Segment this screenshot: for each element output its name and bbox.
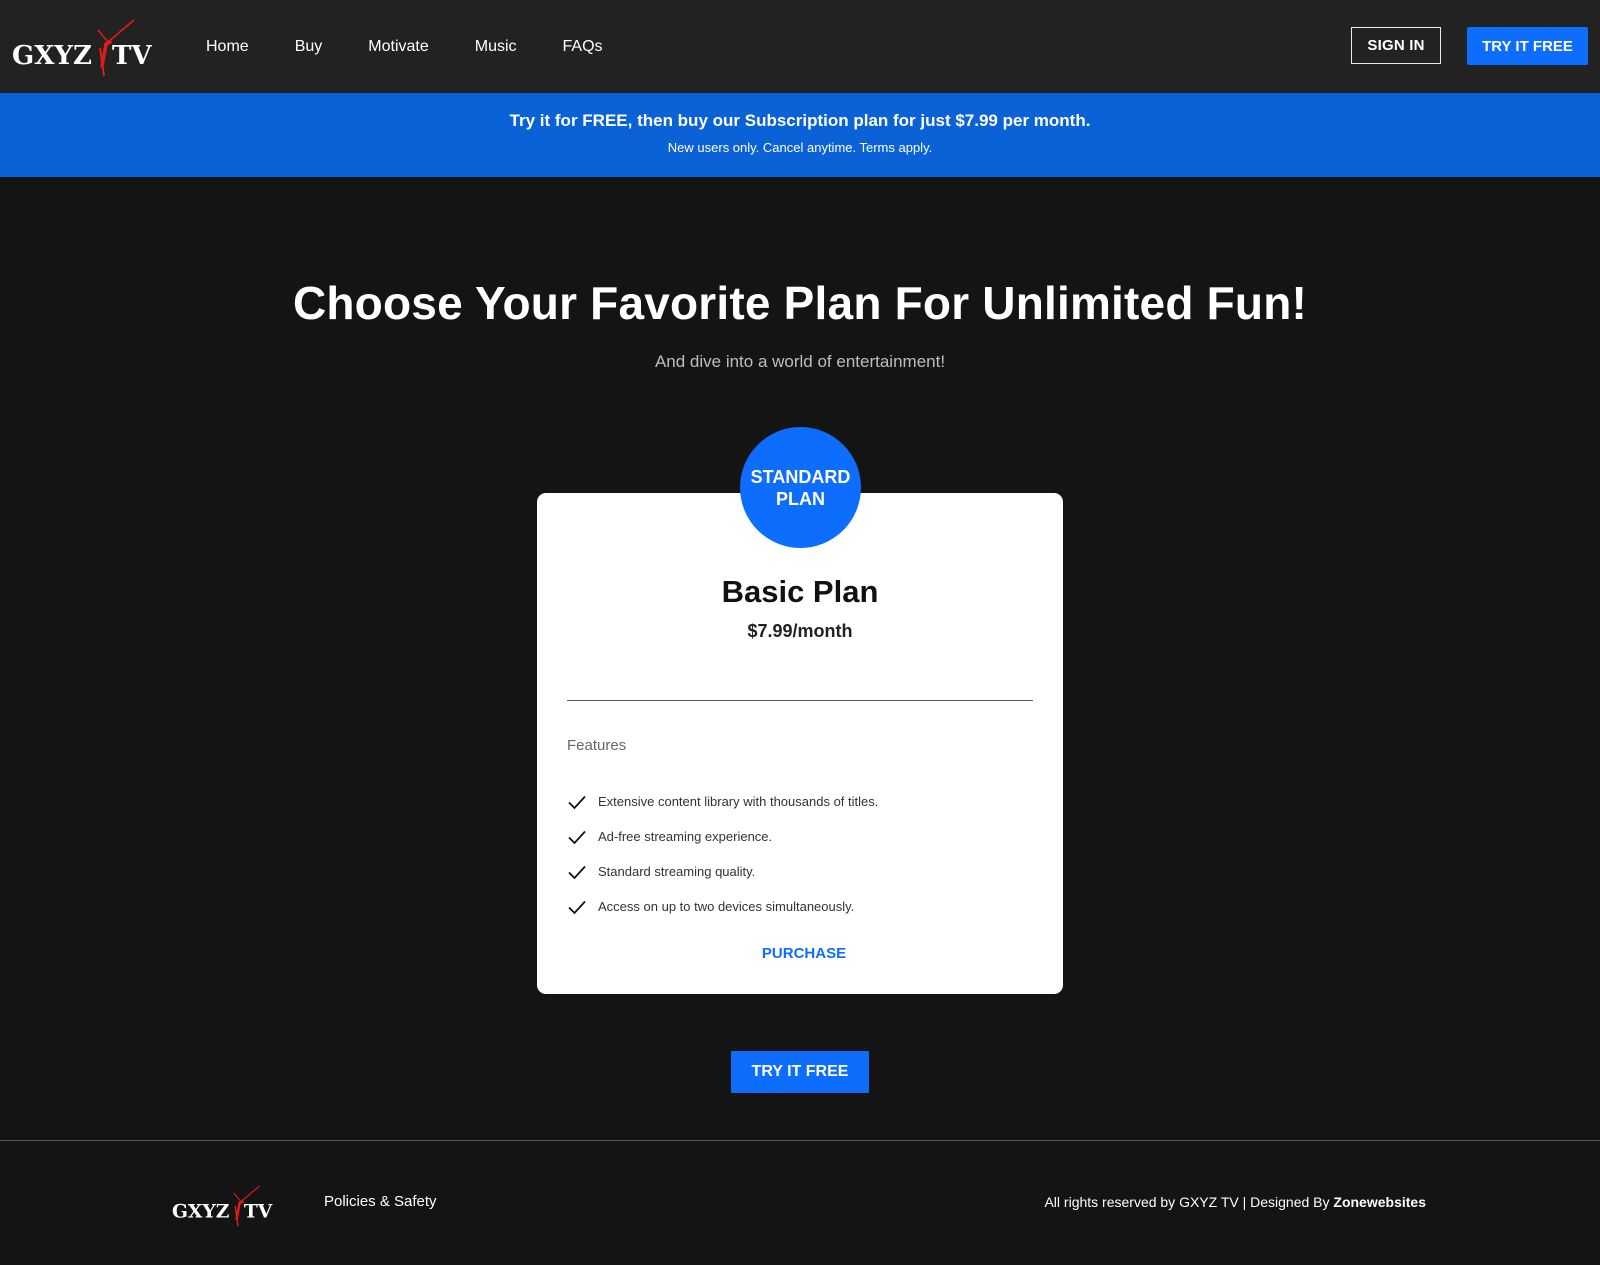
site-header: GXYZ TV Home Buy Motivate Music FAQs SIG… [0, 0, 1600, 93]
page-subtitle: And dive into a world of entertainment! [654, 352, 946, 371]
nav-buy[interactable]: Buy [295, 38, 323, 56]
feature-text: Extensive content library with thousands… [598, 794, 879, 809]
svg-text:GXYZ: GXYZ [12, 41, 92, 71]
copyright-text: All rights reserved by GXYZ TV | Designe… [1044, 1194, 1334, 1210]
promo-subtext: New users only. Cancel anytime. Terms ap… [667, 140, 933, 155]
footer-logo[interactable]: GXYZ TV [172, 1183, 274, 1229]
try-free-cta-button[interactable]: TRY IT FREE [731, 1051, 869, 1093]
gxyz-tv-logo-icon: GXYZ TV [12, 19, 152, 77]
promo-headline: Try it for FREE, then buy our Subscripti… [509, 111, 1091, 130]
features-list: Extensive content library with thousands… [567, 784, 878, 924]
nav-music[interactable]: Music [475, 38, 517, 56]
footer-copyright: All rights reserved by GXYZ TV | Designe… [1044, 1194, 1426, 1210]
check-icon [568, 865, 586, 879]
main-nav: Home Buy Motivate Music FAQs [206, 0, 649, 93]
features-heading: Features [567, 737, 627, 754]
feature-text: Ad-free streaming experience. [598, 829, 773, 844]
check-icon [568, 795, 586, 809]
feature-text: Access on up to two devices simultaneous… [598, 899, 855, 914]
plan-divider [567, 700, 1033, 701]
purchase-button[interactable]: PURCHASE [537, 945, 1063, 962]
gxyz-tv-logo-icon: GXYZ TV [172, 1185, 273, 1227]
plan-price: $7.99/month [747, 621, 853, 641]
svg-text:GXYZ: GXYZ [172, 1200, 229, 1222]
site-footer: GXYZ TV Policies & Safety All rights res… [0, 1141, 1600, 1265]
plan-badge-line2: PLAN [776, 488, 825, 509]
svg-text:TV: TV [112, 41, 152, 71]
svg-text:TV: TV [244, 1200, 273, 1222]
feature-item: Standard streaming quality. [567, 854, 878, 889]
feature-text: Standard streaming quality. [598, 864, 756, 879]
nav-motivate[interactable]: Motivate [368, 38, 428, 56]
plan-badge: STANDARD PLAN [740, 427, 861, 548]
check-icon [568, 830, 586, 844]
check-icon [568, 900, 586, 914]
policies-safety-link[interactable]: Policies & Safety [324, 1193, 437, 1210]
nav-faqs[interactable]: FAQs [563, 38, 603, 56]
page-title: Choose Your Favorite Plan For Unlimited … [292, 277, 1308, 329]
plan-badge-line1: STANDARD [750, 466, 851, 487]
feature-item: Ad-free streaming experience. [567, 819, 878, 854]
try-free-header-button[interactable]: TRY IT FREE [1467, 27, 1588, 65]
sign-in-button[interactable]: SIGN IN [1351, 27, 1441, 64]
feature-item: Access on up to two devices simultaneous… [567, 889, 878, 924]
plan-card: Basic Plan $7.99/month Features Extensiv… [537, 493, 1063, 994]
feature-item: Extensive content library with thousands… [567, 784, 878, 819]
promo-banner: Try it for FREE, then buy our Subscripti… [0, 93, 1600, 177]
site-logo[interactable]: GXYZ TV [12, 16, 154, 80]
plan-name: Basic Plan [721, 574, 879, 609]
designer-link[interactable]: Zonewebsites [1333, 1194, 1426, 1210]
nav-home[interactable]: Home [206, 38, 249, 56]
